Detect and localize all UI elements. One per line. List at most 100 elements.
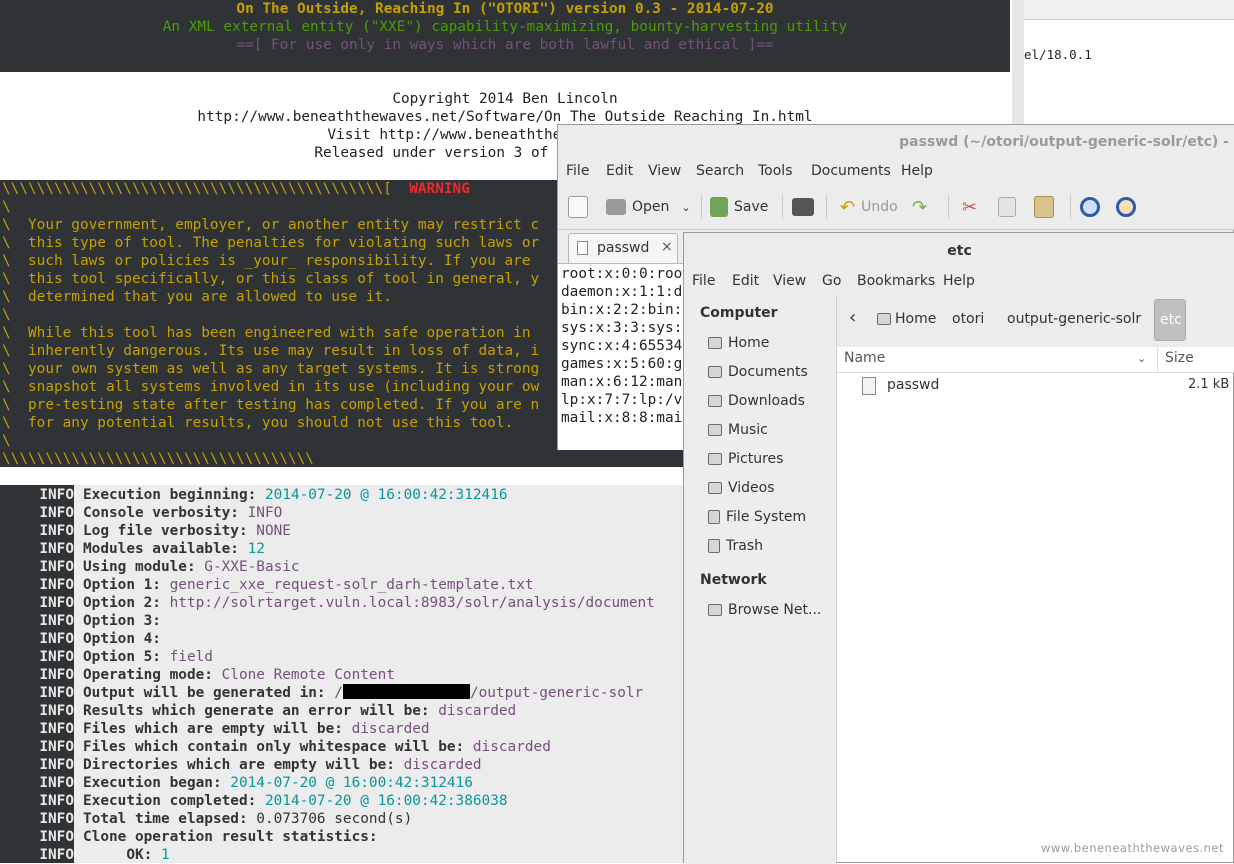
redacted-path [342, 684, 470, 699]
nautilus-menu-go[interactable]: Go [822, 273, 841, 289]
passwd-line: bin:x:2:2:bin: [561, 302, 683, 318]
gedit-menu-view[interactable]: View [648, 163, 681, 179]
log-label: Clone operation result statistics: [83, 829, 378, 845]
sidebar-item-file-system[interactable]: File System [708, 509, 806, 525]
banner-subtitle: An XML external entity ("XXE") capabilit… [162, 19, 848, 35]
gedit-menu-tools[interactable]: Tools [758, 163, 793, 179]
column-size[interactable]: Size [1165, 350, 1194, 366]
nautilus-menu-bookmarks[interactable]: Bookmarks [857, 273, 935, 289]
crumb-otori[interactable]: otori [952, 311, 984, 327]
sidebar-item-videos[interactable]: Videos [708, 480, 775, 496]
log-label: Results which generate an error will be: [83, 703, 439, 719]
warning-line: \ Your government, employer, or another … [2, 217, 540, 233]
log-level: INFO [39, 541, 74, 557]
log-label: Option 5: [83, 649, 170, 665]
log-label: Files which contain only whitespace will… [83, 739, 473, 755]
printer-icon [792, 198, 814, 216]
log-level: INFO [39, 631, 74, 647]
log-message: Option 4: [83, 630, 170, 648]
log-message: Total time elapsed: 0.073706 second(s) [83, 810, 412, 828]
log-level: INFO [39, 667, 74, 683]
pictures-folder-icon [708, 453, 722, 465]
sidebar-item-home[interactable]: Home [708, 335, 769, 351]
log-label: Output will be generated in: [83, 685, 335, 701]
log-level: INFO [39, 649, 74, 665]
tab-passwd[interactable]: passwd × [568, 233, 678, 264]
log-message: Option 5: field [83, 648, 213, 666]
file-row-passwd[interactable]: passwd 2.1 kB [837, 373, 1234, 399]
gedit-title: passwd (~/otori/output-generic-solr/etc)… [558, 125, 1234, 159]
crumb-home[interactable]: Home [877, 311, 936, 327]
nautilus-title: etc [684, 233, 1234, 269]
print-button[interactable] [792, 193, 814, 221]
cut-button[interactable]: ✂ [962, 193, 977, 221]
close-icon[interactable]: × [661, 239, 673, 255]
nautilus-menu-file[interactable]: File [692, 273, 715, 289]
log-level: INFO [39, 703, 74, 719]
log-value: 0.073706 second(s) [256, 811, 413, 827]
find-replace-button[interactable] [1116, 193, 1136, 221]
undo-button[interactable]: ↶ Undo [840, 193, 898, 221]
drive-icon [708, 510, 720, 524]
gedit-menu-edit[interactable]: Edit [606, 163, 633, 179]
log-value: G-XXE-Basic [204, 559, 300, 575]
browser-toolbar [1024, 0, 1234, 20]
nautilus-window[interactable]: etc File Edit View Go Bookmarks Help Com… [683, 232, 1234, 864]
chevron-down-icon[interactable]: ⌄ [681, 201, 690, 214]
chevron-down-icon[interactable]: ⌄ [1137, 352, 1146, 365]
passwd-line: man:x:6:12:man [561, 374, 683, 390]
nautilus-menu-view[interactable]: View [773, 273, 806, 289]
open-button[interactable]: Open ⌄ [606, 193, 691, 221]
nautilus-menu-edit[interactable]: Edit [732, 273, 759, 289]
paste-button[interactable] [1034, 193, 1054, 221]
log-label: Log file verbosity: [83, 523, 257, 539]
gedit-menu-documents[interactable]: Documents [811, 163, 891, 179]
crumb-output-generic-solr[interactable]: output-generic-solr [1007, 311, 1141, 327]
log-message: Clone operation result statistics: [83, 828, 378, 846]
sidebar-item-music[interactable]: Music [708, 422, 768, 438]
save-button[interactable]: Save [710, 193, 768, 221]
gedit-menu-search[interactable]: Search [696, 163, 744, 179]
find-button[interactable] [1080, 193, 1100, 221]
log-value: generic_xxe_request-solr_darh-template.t… [169, 577, 534, 593]
warning-line: \ your own system as well as any target … [2, 361, 540, 377]
log-level: INFO [39, 685, 74, 701]
sidebar-item-browse-network[interactable]: Browse Net... [708, 602, 821, 618]
log-label: Operating mode: [83, 667, 222, 683]
log-value: discarded [351, 721, 430, 737]
warning-line: \ for any potential results, you should … [2, 415, 514, 431]
warning-line: \ While this tool has been engineered wi… [2, 325, 531, 341]
gedit-menu-file[interactable]: File [566, 163, 589, 179]
otori-banner: On The Outside, Reaching In ("OTORI") ve… [0, 0, 1010, 72]
nautilus-menu-help[interactable]: Help [943, 273, 975, 289]
log-label: Execution completed: [83, 793, 265, 809]
redo-button[interactable]: ↷ [912, 193, 927, 221]
column-name[interactable]: Name [844, 350, 885, 366]
sidebar-item-trash[interactable]: Trash [708, 538, 763, 554]
log-message: Files which are empty will be: discarded [83, 720, 430, 738]
log-value: / [334, 685, 343, 701]
warning-line: \ [2, 307, 11, 323]
warning-line: \ such laws or policies is _your_ respon… [2, 253, 531, 269]
log-message: Results which generate an error will be:… [83, 702, 516, 720]
log-label: Option 4: [83, 631, 170, 647]
toolbar-separator [826, 195, 827, 219]
sidebar-heading-network: Network [700, 572, 767, 588]
redo-icon: ↷ [912, 196, 928, 218]
file-list-header: Name ⌄ Size [837, 347, 1234, 373]
copy-button[interactable] [998, 193, 1016, 221]
log-level: INFO [39, 487, 74, 503]
sidebar-item-pictures[interactable]: Pictures [708, 451, 783, 467]
log-value: NONE [256, 523, 291, 539]
passwd-line: sys:x:3:3:sys: [561, 320, 683, 336]
log-label: Option 3: [83, 613, 170, 629]
crumb-etc[interactable]: etc [1154, 299, 1186, 341]
gedit-toolbar: Open ⌄ Save ↶ Undo ↷ ✂ [558, 185, 1234, 230]
nautilus-menubar: File Edit View Go Bookmarks Help [684, 269, 1234, 296]
back-icon[interactable]: ‹ [849, 307, 856, 328]
new-document-button[interactable] [568, 193, 588, 221]
gedit-menu-help[interactable]: Help [901, 163, 933, 179]
sidebar-item-documents[interactable]: Documents [708, 364, 808, 380]
sidebar-item-downloads[interactable]: Downloads [708, 393, 805, 409]
log-message: Console verbosity: INFO [83, 504, 282, 522]
